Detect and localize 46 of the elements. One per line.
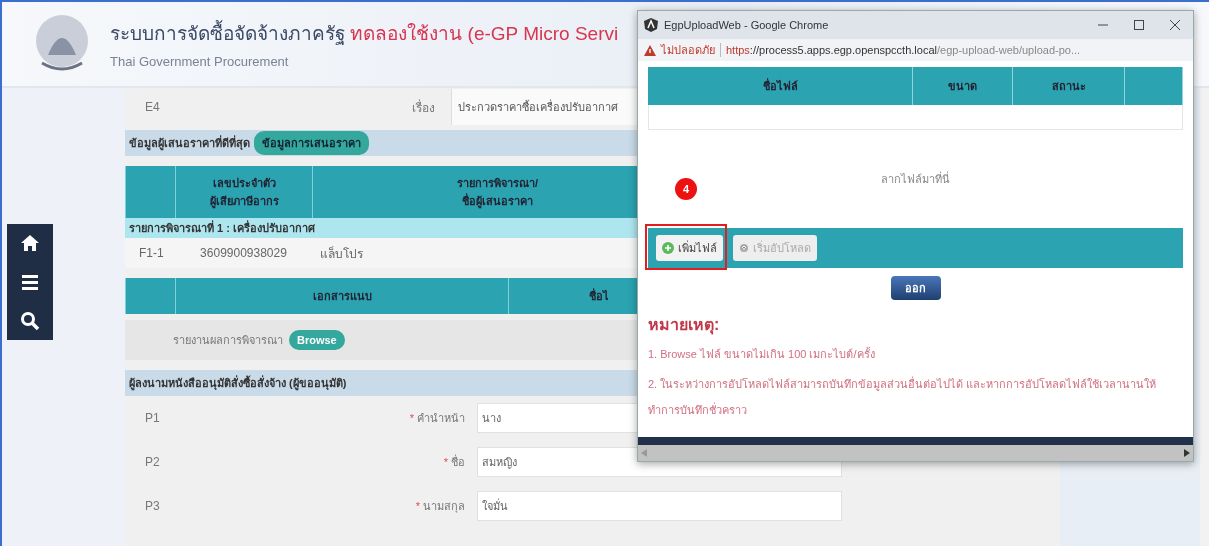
- system-subtitle: Thai Government Procurement: [110, 53, 290, 69]
- column-header: ขนาด: [948, 79, 977, 94]
- column-header: เอกสารแนบ: [312, 289, 372, 304]
- system-title: ระบบการจัดซื้อจัดจ้างภาครัฐ ทดลองใช้งาน (e-GP Micro Servi: [110, 19, 619, 47]
- search-icon[interactable]: [20, 310, 40, 331]
- field-label: * นามสกุล: [414, 499, 466, 515]
- column-header: รายการพิจารณา/ ชื่อผู้เสนอราคา: [456, 176, 539, 210]
- home-icon[interactable]: [20, 233, 40, 254]
- row-code: E4: [144, 100, 161, 114]
- note-text: 1. Browse ไฟล์ ขนาดไม่เกิน 100 เมกะไบต์/ครั้ง: [648, 346, 876, 362]
- bid-info-button[interactable]: ข้อมูลการเสนอราคา: [254, 131, 369, 155]
- row-code: P1: [144, 411, 161, 425]
- scrollbar[interactable]: [1200, 88, 1209, 546]
- input-field[interactable]: ใจมั่น: [477, 491, 842, 521]
- required-mark: *: [409, 412, 414, 424]
- row-code: P2: [144, 455, 161, 469]
- address-url[interactable]: https://process5.apps.egp.openspccth.local/egp-upload-web/upload-po...: [726, 44, 1081, 56]
- row-code: P3: [144, 499, 161, 513]
- app-icon: [644, 18, 658, 32]
- security-label[interactable]: ไม่ปลอดภัย: [661, 41, 715, 59]
- table-cell-text: แล็บโปร: [319, 245, 363, 263]
- notes-title: หมายเหตุ:: [648, 315, 721, 337]
- section-title: ข้อมูลผู้เสนอราคาที่ดีที่สุด: [129, 134, 250, 152]
- field-label: * ชื่อ: [442, 453, 466, 470]
- warning-icon: [644, 44, 656, 56]
- required-mark: *: [415, 500, 420, 512]
- required-mark: *: [443, 456, 448, 468]
- upload-icon: [739, 243, 749, 253]
- plus-icon: [662, 242, 674, 254]
- column-header: ชื่อไ: [589, 287, 609, 304]
- column-header: สถานะ: [1051, 79, 1086, 94]
- menu-icon[interactable]: [20, 272, 40, 292]
- field-label: * คำนำหน้า: [408, 411, 466, 426]
- table-cell-text: F1-1: [138, 246, 164, 260]
- column-header: เลขประจำตัว ผู้เสียภาษีอากร: [209, 176, 279, 210]
- add-file-button[interactable]: เพิ่มไฟล์: [656, 235, 723, 261]
- column-header: ชื่อไฟล์: [762, 77, 798, 94]
- exit-button[interactable]: ออก: [890, 276, 941, 300]
- drop-hint: ลากไฟล์มาที่นี่: [881, 170, 950, 187]
- scroll-right-icon[interactable]: [1184, 449, 1190, 457]
- table-cell: 3609900938029: [200, 246, 287, 260]
- attachment-label: รายงานผลการพิจารณา: [173, 333, 283, 348]
- step-badge: 4: [675, 178, 697, 200]
- field-label: เรื่อง: [411, 98, 436, 117]
- horizontal-scrollbar[interactable]: [638, 445, 1193, 461]
- window-title: EgpUploadWeb - Google Chrome: [664, 19, 829, 31]
